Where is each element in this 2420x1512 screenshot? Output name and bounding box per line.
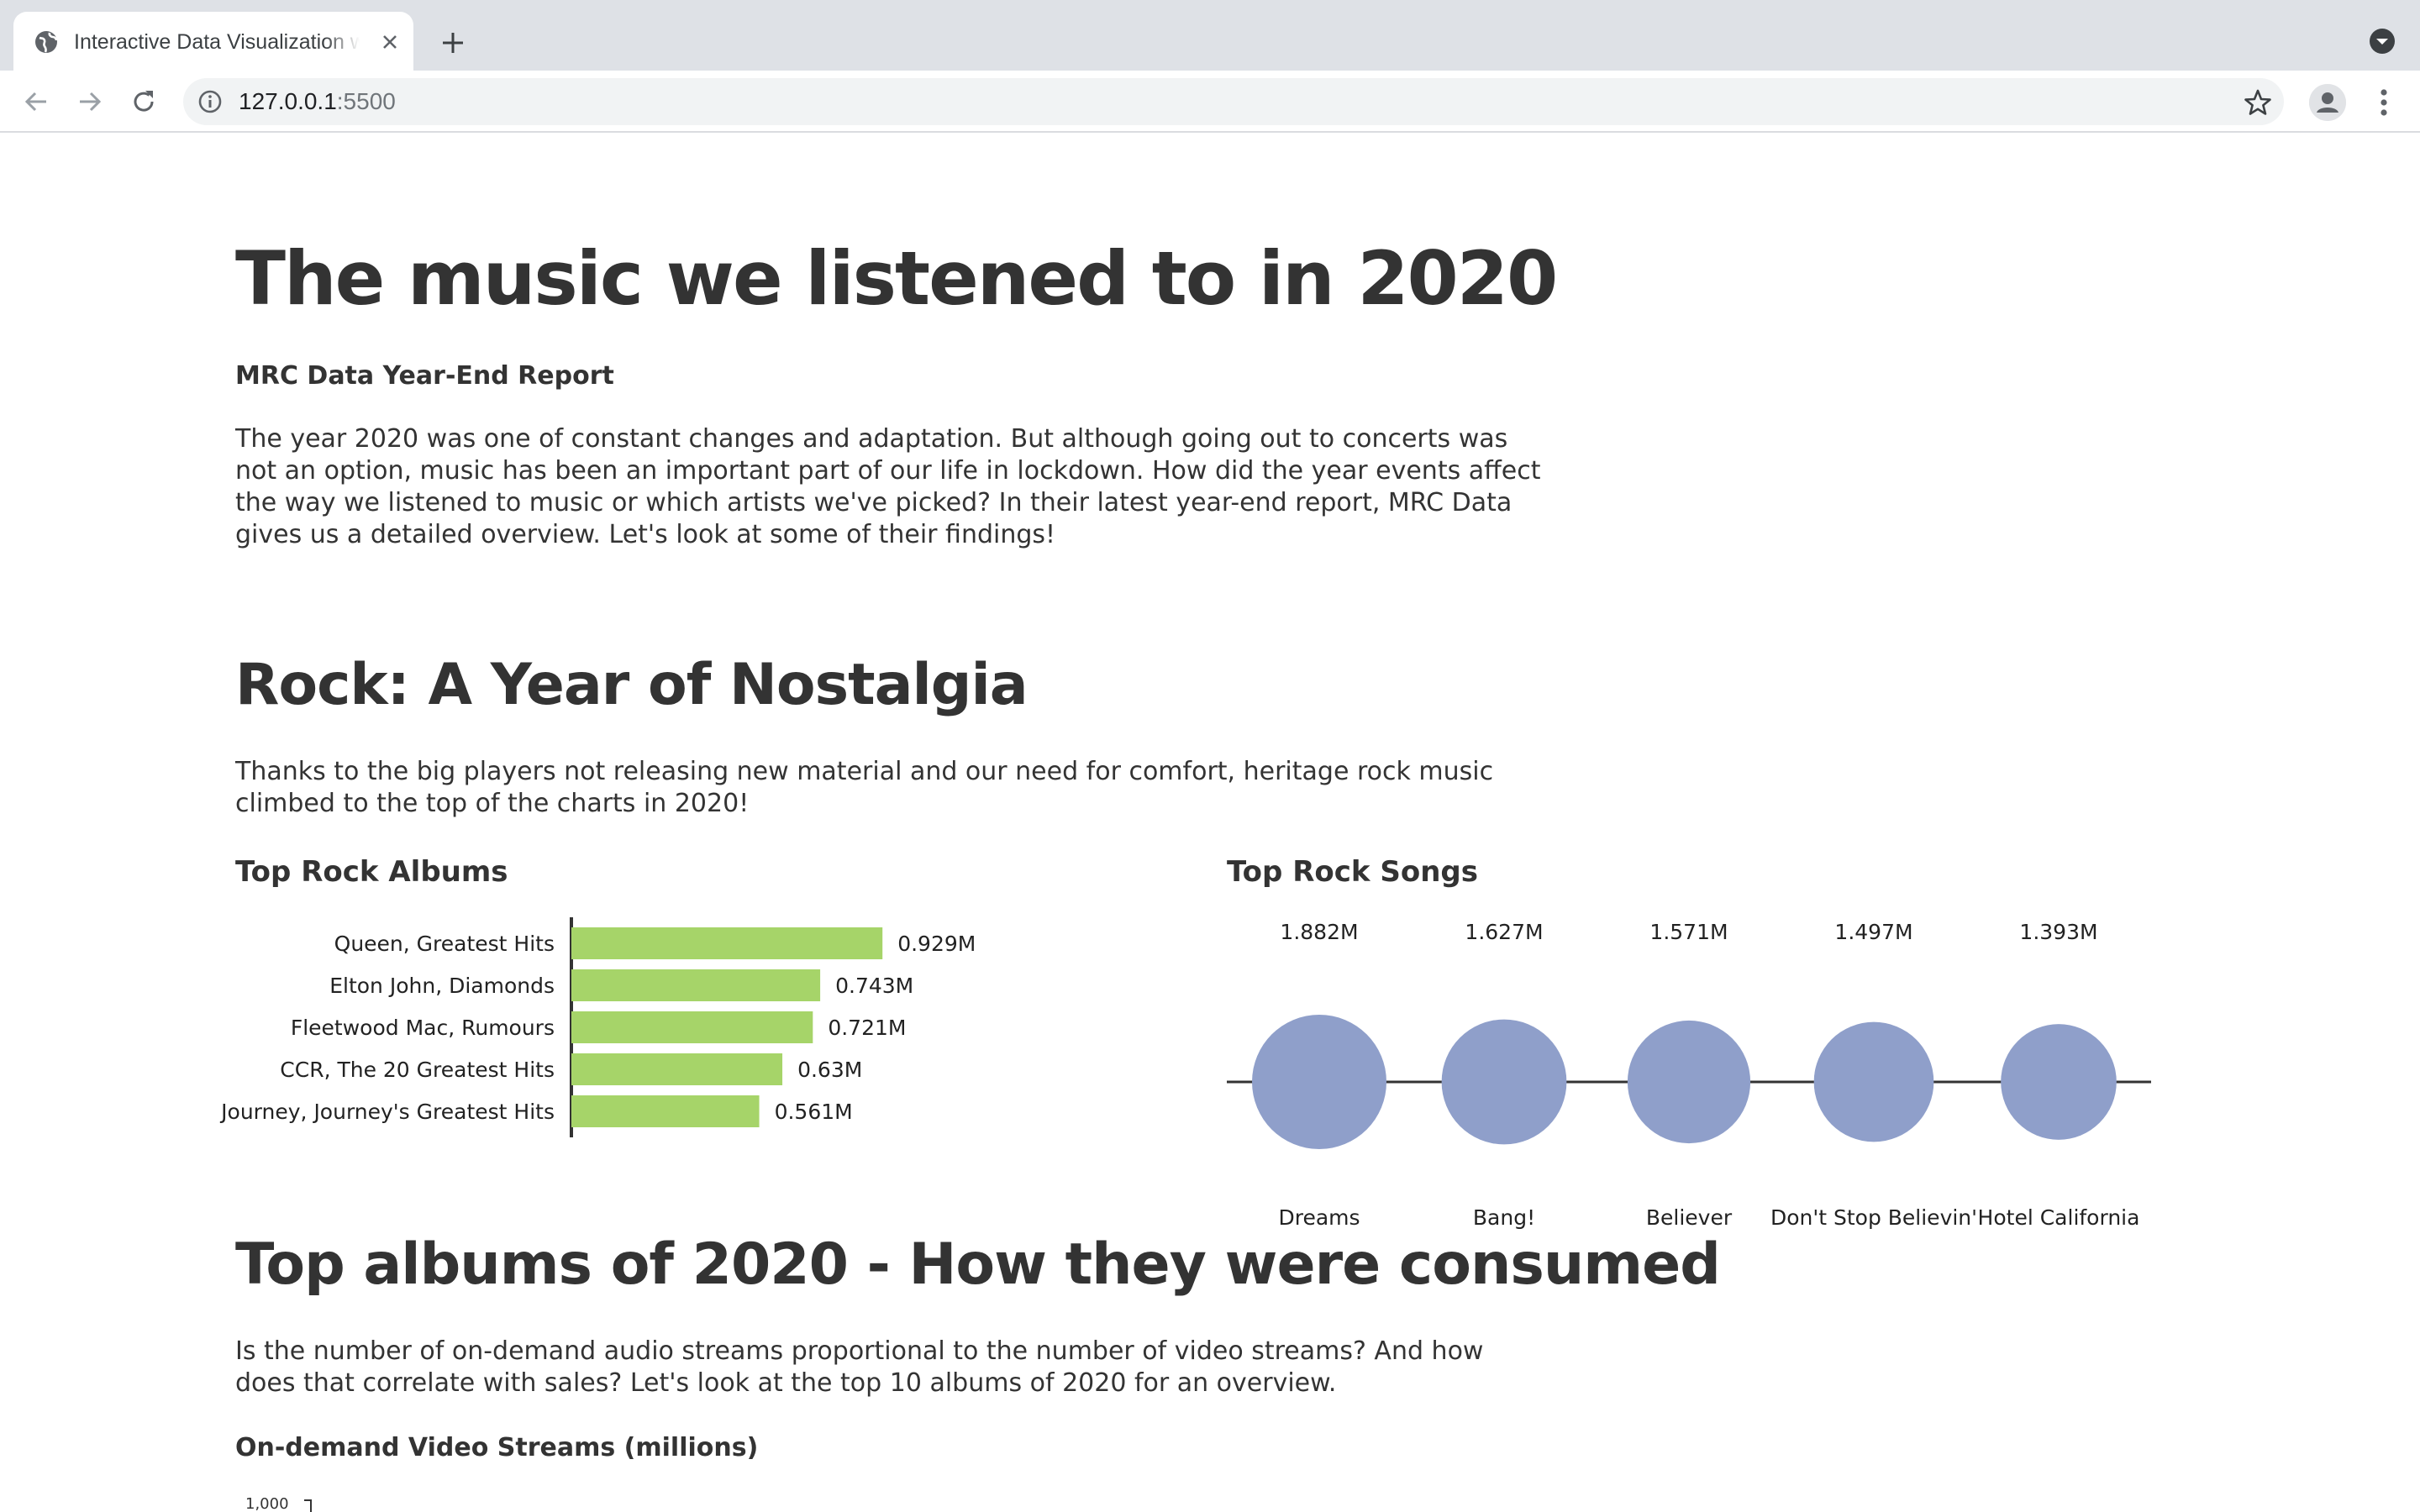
globe-icon (34, 29, 59, 55)
more-menu-button[interactable] (2370, 86, 2398, 119)
song-name-label: Dreams (1278, 1205, 1360, 1230)
plus-icon (443, 33, 463, 53)
album-value-label: 0.743M (835, 974, 913, 998)
song-bubble[interactable] (1813, 1021, 1934, 1142)
arrow-right-icon (80, 92, 102, 112)
video-axis-line (304, 1499, 312, 1512)
song-name-label: Don't Stop Believin' (1770, 1205, 1977, 1230)
song-value-label: 1.393M (2019, 920, 2097, 944)
rock-section-heading: Rock: A Year of Nostalgia (235, 652, 1028, 718)
album-value-label: 0.63M (797, 1058, 862, 1082)
reload-icon (134, 91, 154, 112)
kebab-icon (2381, 89, 2387, 116)
song-bubble[interactable] (2001, 1024, 2117, 1140)
page-content: The music we listened to in 2020 MRC Dat… (0, 133, 2420, 1512)
song-bubble[interactable] (1441, 1019, 1567, 1145)
address-bar[interactable]: 127.0.0.1:5500 (183, 78, 2284, 125)
tab-search-button[interactable] (2368, 27, 2396, 55)
person-icon (2309, 84, 2346, 121)
album-label: Elton John, Diamonds (329, 974, 555, 998)
star-icon[interactable] (2244, 88, 2272, 117)
rock-songs-chart: 1.882M Dreams 1.627M Bang! 1.571M Believer 1.4… (1227, 920, 2151, 1230)
url-port: :5500 (336, 88, 396, 114)
song-bubble[interactable] (1627, 1020, 1751, 1144)
song-name-label: Bang! (1473, 1205, 1535, 1230)
info-icon[interactable] (197, 88, 224, 115)
song-value-label: 1.627M (1465, 920, 1543, 944)
rock-albums-chart: Queen, Greatest Hits 0.929M Elton John, Di… (219, 917, 976, 1137)
reload-button[interactable] (126, 84, 161, 119)
album-label: Journey, Journey's Greatest Hits (219, 1100, 555, 1124)
album-label: Queen, Greatest Hits (334, 932, 555, 956)
album-bar[interactable] (571, 969, 821, 1001)
browser-tab-strip: Interactive Data Visualization with D3 (0, 0, 2420, 71)
forward-button[interactable] (72, 84, 108, 119)
url-host: 127.0.0.1 (239, 88, 337, 114)
album-bar[interactable] (571, 1011, 813, 1043)
rock-albums-chart-title: Top Rock Albums (235, 855, 508, 889)
video-streams-y-axis: 1,000 (245, 1495, 312, 1512)
rock-section-description: Thanks to the big players not releasing … (235, 757, 1494, 818)
song-value-label: 1.571M (1649, 920, 1728, 944)
close-icon[interactable] (376, 29, 403, 55)
song-value-label: 1.497M (1834, 920, 1912, 944)
album-label: CCR, The 20 Greatest Hits (280, 1058, 555, 1082)
album-value-label: 0.561M (775, 1100, 853, 1124)
browser-tab[interactable]: Interactive Data Visualization with D3 (13, 12, 413, 71)
report-subtitle: MRC Data Year-End Report (235, 361, 614, 391)
song-bubble[interactable] (1252, 1015, 1386, 1149)
album-value-label: 0.721M (828, 1016, 906, 1040)
song-name-label: Hotel California (1978, 1205, 2140, 1230)
browser-toolbar: 127.0.0.1:5500 (0, 71, 2420, 133)
album-label: Fleetwood Mac, Rumours (291, 1016, 555, 1040)
tab-title: Interactive Data Visualization with D3 (74, 30, 360, 54)
profile-avatar[interactable] (2309, 84, 2346, 121)
album-bar[interactable] (571, 1053, 783, 1085)
chevron-down-icon (2370, 29, 2395, 54)
song-value-label: 1.882M (1280, 920, 1358, 944)
video-streams-chart-title: On-demand Video Streams (millions) (235, 1433, 759, 1462)
album-bar[interactable] (571, 927, 883, 959)
intro-paragraph: The year 2020 was one of constant change… (235, 424, 1541, 549)
album-value-label: 0.929M (897, 932, 976, 956)
new-tab-button[interactable] (435, 25, 471, 60)
album-bar[interactable] (571, 1095, 760, 1127)
page-title: The music we listened to in 2020 (235, 235, 1558, 322)
back-button[interactable] (18, 84, 54, 119)
song-name-label: Believer (1646, 1205, 1733, 1230)
albums-section-description: Is the number of on-demand audio streams… (235, 1336, 1484, 1398)
url-text: 127.0.0.1:5500 (239, 87, 396, 117)
rock-songs-chart-title: Top Rock Songs (1227, 855, 1478, 889)
video-axis-tick-label: 1,000 (245, 1495, 289, 1512)
albums-section-heading: Top albums of 2020 - How they were consu… (235, 1231, 1721, 1298)
arrow-left-icon (24, 92, 46, 112)
